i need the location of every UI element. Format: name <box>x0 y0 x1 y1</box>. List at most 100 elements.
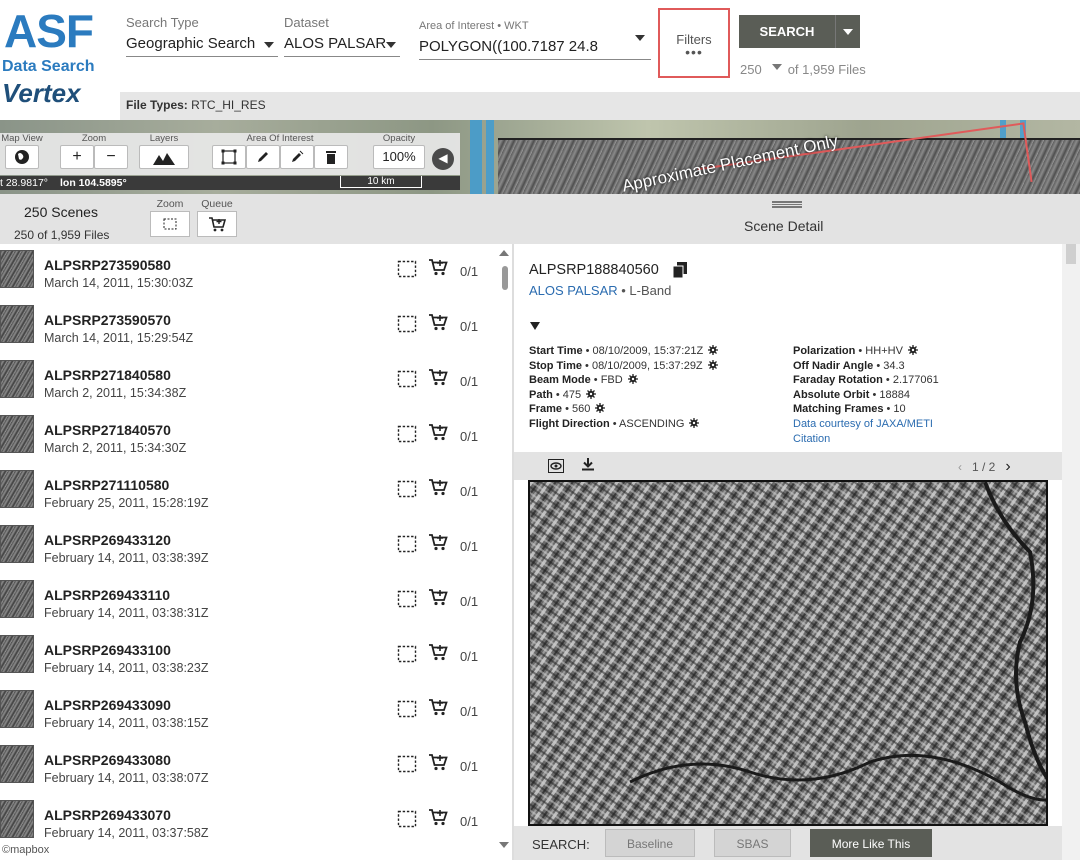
edit-aoi-button[interactable] <box>280 145 314 169</box>
cart-add-icon[interactable] <box>428 533 448 551</box>
dataset-select[interactable]: Dataset ALOS PALSAR <box>284 14 400 57</box>
layers-button[interactable] <box>139 145 189 169</box>
pencil-icon <box>258 152 268 162</box>
opacity-selector[interactable]: 100% <box>373 145 425 169</box>
gear-icon[interactable] <box>586 388 597 399</box>
collapse-metadata-toggle[interactable] <box>530 322 540 330</box>
scene-row[interactable]: ALPSRP269433120 February 14, 2011, 03:38:… <box>0 519 500 574</box>
scene-thumbnail[interactable] <box>0 360 34 398</box>
image-pager: ‹ 1 / 2 › <box>958 458 1011 476</box>
scroll-down-arrow[interactable] <box>499 842 509 848</box>
scene-thumbnail[interactable] <box>0 250 34 288</box>
filters-button[interactable]: Filters ••• <box>658 8 730 78</box>
gear-icon[interactable] <box>689 417 700 428</box>
copy-icon[interactable] <box>673 262 687 278</box>
zoom-to-scene-icon[interactable] <box>397 370 417 388</box>
citation-link[interactable]: Citation <box>793 432 939 447</box>
scene-row[interactable]: ALPSRP271840570 March 2, 2011, 15:34:30Z 0… <box>0 409 500 464</box>
eye-icon[interactable] <box>548 459 564 473</box>
zoom-to-scene-icon[interactable] <box>397 755 417 773</box>
cart-add-icon[interactable] <box>428 698 448 716</box>
scene-thumbnail[interactable] <box>0 470 34 508</box>
cart-add-icon[interactable] <box>428 478 448 496</box>
cart-add-icon[interactable] <box>428 753 448 771</box>
chevron-left-icon[interactable]: ‹ <box>958 460 962 474</box>
baseline-button[interactable]: Baseline <box>605 829 695 857</box>
aoi-input[interactable]: POLYGON((100.7187 24.8 <box>419 35 651 60</box>
scene-row[interactable]: ALPSRP271840580 March 2, 2011, 15:34:38Z 0… <box>0 354 500 409</box>
scene-thumbnail[interactable] <box>0 800 34 838</box>
scene-thumbnail[interactable] <box>0 690 34 728</box>
more-like-this-button[interactable]: More Like This <box>810 829 932 857</box>
scrollbar-thumb[interactable] <box>1066 244 1076 264</box>
zoom-to-scene-icon[interactable] <box>397 260 417 278</box>
zoom-to-scene-icon[interactable] <box>397 425 417 443</box>
scroll-up-arrow[interactable] <box>499 250 509 256</box>
scene-row[interactable]: ALPSRP271110580 February 25, 2011, 15:28:… <box>0 464 500 519</box>
gear-icon[interactable] <box>595 403 606 414</box>
queue-all-button[interactable] <box>197 211 237 237</box>
scene-row[interactable]: ALPSRP269433080 February 14, 2011, 03:38:… <box>0 739 500 794</box>
scene-browse-image[interactable] <box>528 480 1048 826</box>
scene-row[interactable]: ALPSRP269433090 February 14, 2011, 03:38:… <box>0 684 500 739</box>
search-button[interactable]: SEARCH <box>739 15 860 48</box>
zoom-to-results-button[interactable] <box>150 211 190 237</box>
scene-row[interactable]: ALPSRP269433070 February 14, 2011, 03:37:… <box>0 794 500 849</box>
cart-add-icon[interactable] <box>428 313 448 331</box>
cart-add-icon[interactable] <box>428 368 448 386</box>
scene-thumbnail[interactable] <box>0 415 34 453</box>
scene-row[interactable]: ALPSRP273590580 March 14, 2011, 15:30:03Z… <box>0 244 500 299</box>
zoom-to-scene-icon[interactable] <box>397 535 417 553</box>
gear-icon[interactable] <box>627 374 638 385</box>
scene-thumbnail[interactable] <box>0 525 34 563</box>
list-scrollbar[interactable] <box>502 266 508 290</box>
mapbox-attribution[interactable]: ©mapbox <box>2 844 49 856</box>
panel-resize-handle[interactable] <box>772 201 802 208</box>
detail-scrollbar[interactable] <box>1062 244 1080 860</box>
pager-text: 1 / 2 <box>972 460 996 474</box>
cart-add-icon[interactable] <box>428 258 448 276</box>
per-page-select[interactable]: 250 <box>740 62 782 77</box>
sbas-button[interactable]: SBAS <box>714 829 791 857</box>
aoi-dropdown-icon[interactable] <box>635 35 645 41</box>
search-type-value[interactable]: Geographic Search <box>126 32 278 57</box>
scene-row[interactable]: ALPSRP269433110 February 14, 2011, 03:38:… <box>0 574 500 629</box>
gear-icon[interactable] <box>907 345 918 355</box>
zoom-to-scene-icon[interactable] <box>397 315 417 333</box>
zoom-to-scene-icon[interactable] <box>397 590 417 608</box>
zoom-to-scene-icon[interactable] <box>397 480 417 498</box>
scene-thumbnail[interactable] <box>0 745 34 783</box>
search-options-dropdown[interactable] <box>835 15 860 48</box>
cart-add-icon[interactable] <box>428 423 448 441</box>
collapse-toolbar-button[interactable]: ◀ <box>432 148 454 170</box>
download-icon[interactable] <box>581 457 595 471</box>
data-courtesy-link[interactable]: Data courtesy of JAXA/METI <box>793 417 939 432</box>
scene-thumbnail[interactable] <box>0 635 34 673</box>
zoom-to-scene-icon[interactable] <box>397 810 417 828</box>
gear-icon[interactable] <box>707 359 718 370</box>
scene-thumbnail[interactable] <box>0 580 34 618</box>
aoi-field[interactable]: Area of Interest • WKT POLYGON((100.7187… <box>419 17 651 60</box>
map-view-button[interactable] <box>5 145 39 169</box>
scene-list[interactable]: ALPSRP273590580 March 14, 2011, 15:30:03Z… <box>0 244 512 860</box>
cart-add-icon[interactable] <box>428 643 448 661</box>
gear-icon[interactable] <box>708 345 719 355</box>
draw-box-button[interactable] <box>212 145 246 169</box>
dataset-value[interactable]: ALOS PALSAR <box>284 32 400 57</box>
zoom-out-button[interactable]: − <box>94 145 128 169</box>
draw-pen-button[interactable] <box>246 145 280 169</box>
clear-aoi-button[interactable] <box>314 145 348 169</box>
zoom-to-scene-icon[interactable] <box>397 700 417 718</box>
scene-row[interactable]: ALPSRP269433100 February 14, 2011, 03:38:… <box>0 629 500 684</box>
chevron-right-icon[interactable]: › <box>1005 458 1010 475</box>
files-count: 250 of 1,959 Files <box>14 228 110 242</box>
zoom-in-button[interactable]: + <box>60 145 94 169</box>
search-type-select[interactable]: Search Type Geographic Search <box>126 14 278 57</box>
scene-thumbnail[interactable] <box>0 305 34 343</box>
scene-row[interactable]: ALPSRP273590570 March 14, 2011, 15:29:54Z… <box>0 299 500 354</box>
cart-add-icon[interactable] <box>428 808 448 826</box>
zoom-to-scene-icon[interactable] <box>397 645 417 663</box>
dataset-link[interactable]: ALOS PALSAR <box>529 283 618 298</box>
asf-logo[interactable]: ASF Data Search Vertex <box>0 0 120 120</box>
cart-add-icon[interactable] <box>428 588 448 606</box>
